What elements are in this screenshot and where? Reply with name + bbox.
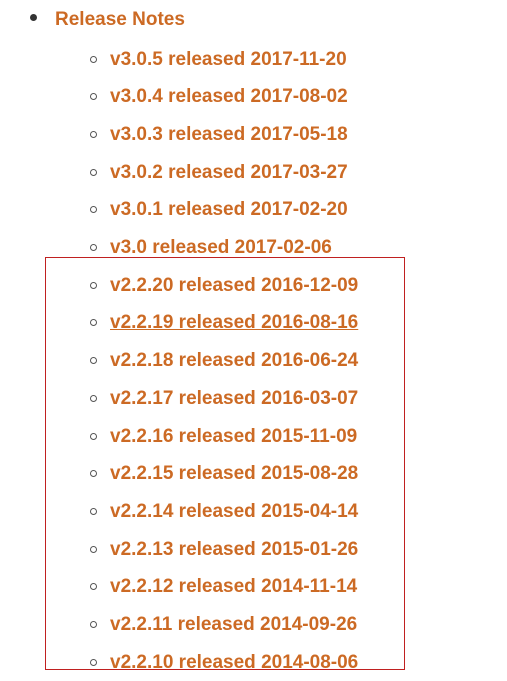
top-list: Release Notes v3.0.5 released 2017-11-20… — [0, 6, 507, 681]
release-link[interactable]: v2.2.11 released 2014-09-26 — [110, 614, 357, 635]
circle-bullet-icon — [90, 659, 97, 666]
release-link[interactable]: v3.0.3 released 2017-05-18 — [110, 124, 348, 145]
list-item: v3.0.4 released 2017-08-02 — [110, 78, 507, 116]
release-notes-item: Release Notes v3.0.5 released 2017-11-20… — [0, 6, 507, 681]
circle-bullet-icon — [90, 131, 97, 138]
list-item: v2.2.18 released 2016-06-24 — [110, 342, 507, 380]
list-item: v2.2.12 released 2014-11-14 — [110, 568, 507, 606]
release-link[interactable]: v2.2.19 released 2016-08-16 — [110, 312, 358, 333]
release-notes-sublist: v3.0.5 released 2017-11-20 v3.0.4 release… — [55, 41, 507, 681]
release-link[interactable]: v3.0.2 released 2017-03-27 — [110, 162, 348, 183]
list-item: v3.0.1 released 2017-02-20 — [110, 191, 507, 229]
circle-bullet-icon — [90, 546, 97, 553]
list-item: v2.2.19 released 2016-08-16 — [110, 304, 507, 342]
circle-bullet-icon — [90, 357, 97, 364]
page: Release Notes v3.0.5 released 2017-11-20… — [0, 0, 507, 673]
circle-bullet-icon — [90, 93, 97, 100]
release-link[interactable]: v2.2.17 released 2016-03-07 — [110, 388, 358, 409]
circle-bullet-icon — [90, 508, 97, 515]
release-link[interactable]: v3.0.1 released 2017-02-20 — [110, 199, 348, 220]
circle-bullet-icon — [90, 395, 97, 402]
list-item: v3.0.5 released 2017-11-20 — [110, 41, 507, 79]
circle-bullet-icon — [90, 56, 97, 63]
circle-bullet-icon — [90, 282, 97, 289]
list-item: v3.0 released 2017-02-06 — [110, 229, 507, 267]
release-link[interactable]: v3.0.4 released 2017-08-02 — [110, 86, 348, 107]
release-link[interactable]: v2.2.20 released 2016-12-09 — [110, 275, 358, 296]
circle-bullet-icon — [90, 206, 97, 213]
list-item: v2.2.14 released 2015-04-14 — [110, 493, 507, 531]
list-item: v2.2.13 released 2015-01-26 — [110, 531, 507, 569]
list-item: v2.2.11 released 2014-09-26 — [110, 606, 507, 644]
list-item: v2.2.16 released 2015-11-09 — [110, 418, 507, 456]
circle-bullet-icon — [90, 319, 97, 326]
release-link[interactable]: v2.2.15 released 2015-08-28 — [110, 463, 358, 484]
release-link[interactable]: v2.2.16 released 2015-11-09 — [110, 426, 357, 447]
circle-bullet-icon — [90, 433, 97, 440]
list-item: v3.0.2 released 2017-03-27 — [110, 154, 507, 192]
release-link[interactable]: v3.0.5 released 2017-11-20 — [110, 49, 347, 70]
release-link[interactable]: v2.2.18 released 2016-06-24 — [110, 350, 358, 371]
circle-bullet-icon — [90, 470, 97, 477]
release-link[interactable]: v3.0 released 2017-02-06 — [110, 237, 332, 258]
release-link[interactable]: v2.2.12 released 2014-11-14 — [110, 576, 357, 597]
list-item: v2.2.17 released 2016-03-07 — [110, 380, 507, 418]
release-notes-link[interactable]: Release Notes — [55, 9, 185, 30]
list-item: v3.0.3 released 2017-05-18 — [110, 116, 507, 154]
circle-bullet-icon — [90, 169, 97, 176]
release-link[interactable]: v2.2.13 released 2015-01-26 — [110, 539, 358, 560]
circle-bullet-icon — [90, 583, 97, 590]
release-link[interactable]: v2.2.10 released 2014-08-06 — [110, 652, 358, 673]
circle-bullet-icon — [90, 621, 97, 628]
list-item: v2.2.15 released 2015-08-28 — [110, 455, 507, 493]
list-item: v2.2.10 released 2014-08-06 — [110, 644, 507, 681]
disc-bullet-icon — [30, 14, 37, 21]
circle-bullet-icon — [90, 244, 97, 251]
release-link[interactable]: v2.2.14 released 2015-04-14 — [110, 501, 358, 522]
list-item: v2.2.20 released 2016-12-09 — [110, 267, 507, 305]
